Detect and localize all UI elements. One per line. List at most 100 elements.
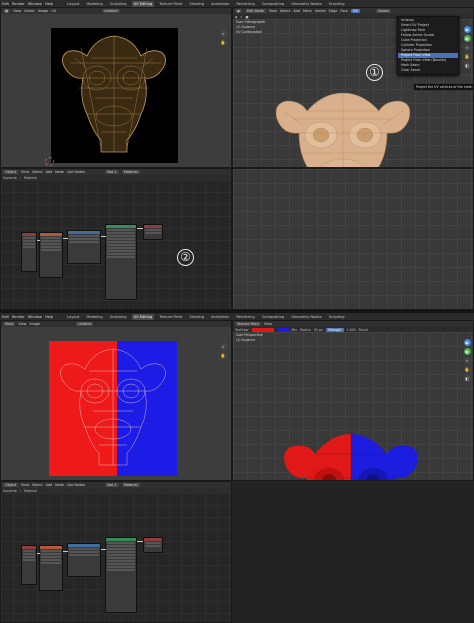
tab-animation[interactable]: Animation bbox=[209, 314, 231, 320]
ie-menu-view[interactable]: View bbox=[18, 322, 26, 326]
use-nodes-checkbox[interactable]: Use Nodes bbox=[67, 170, 85, 174]
tab-geometry-nodes[interactable]: Geometry Nodes bbox=[289, 1, 323, 7]
pan-hand-icon[interactable]: ✋ bbox=[219, 352, 227, 359]
material-select[interactable]: Material bbox=[121, 170, 140, 174]
ne-menu-add[interactable]: Add bbox=[46, 483, 53, 487]
secondary-color-swatch[interactable] bbox=[276, 327, 289, 332]
tab-geometry-nodes[interactable]: Geometry Nodes bbox=[289, 314, 323, 320]
vp-menu-vertex[interactable]: Vertex bbox=[315, 9, 326, 13]
camera-icon[interactable]: ◧ bbox=[463, 375, 471, 382]
tab-uv-editing[interactable]: UV Editing bbox=[131, 0, 155, 7]
gizmo-y-icon[interactable]: ● bbox=[463, 35, 471, 42]
tool-name[interactable]: TexDraw bbox=[235, 328, 249, 332]
tab-modeling[interactable]: Modeling bbox=[84, 1, 104, 7]
menu-render[interactable]: Render bbox=[12, 315, 25, 319]
camera-icon[interactable]: ◧ bbox=[463, 62, 471, 69]
tab-sculpting[interactable]: Sculpting bbox=[108, 314, 129, 320]
zoom-icon[interactable]: ⌕ bbox=[463, 44, 471, 51]
ne-menu-node[interactable]: Node bbox=[55, 483, 64, 487]
menu-help[interactable]: Help bbox=[45, 315, 53, 319]
material-select[interactable]: Material bbox=[121, 483, 140, 487]
tab-modeling[interactable]: Modeling bbox=[84, 314, 104, 320]
mode-select[interactable]: Edit Mode bbox=[244, 9, 266, 13]
select-mode-face-icon[interactable]: ■ bbox=[245, 15, 248, 19]
vp-menu-add[interactable]: Add bbox=[293, 9, 300, 13]
slot-select[interactable]: Slot 1 bbox=[105, 483, 119, 487]
strength-field[interactable]: 1.000 bbox=[347, 328, 356, 332]
tab-layout[interactable]: Layout bbox=[65, 1, 81, 7]
ne-menu-node[interactable]: Node bbox=[55, 170, 64, 174]
tab-shading[interactable]: Shading bbox=[187, 1, 206, 7]
uv-menu-image[interactable]: Image bbox=[38, 9, 49, 13]
pan-hand-icon[interactable]: ✋ bbox=[463, 53, 471, 60]
uv-menu-uv[interactable]: UV bbox=[51, 9, 56, 13]
node-texture-coordinate[interactable] bbox=[21, 232, 37, 272]
node-canvas[interactable] bbox=[1, 493, 231, 622]
menu-window[interactable]: Window bbox=[28, 315, 42, 319]
use-nodes-checkbox[interactable]: Use Nodes bbox=[67, 483, 85, 487]
radius-field[interactable]: 50 px bbox=[314, 328, 323, 332]
ne-menu-add[interactable]: Add bbox=[46, 170, 53, 174]
tab-rendering[interactable]: Rendering bbox=[234, 314, 256, 320]
object-type-select[interactable]: Object bbox=[3, 483, 19, 487]
menu-window[interactable]: Window bbox=[28, 2, 42, 6]
tab-layout[interactable]: Layout bbox=[65, 314, 81, 320]
image-mode-select[interactable]: Paint bbox=[3, 322, 16, 326]
image-name-field[interactable]: Untitled bbox=[76, 322, 94, 326]
ne-menu-view[interactable]: View bbox=[21, 170, 29, 174]
tab-scripting[interactable]: Scripting bbox=[327, 1, 347, 7]
zoom-icon[interactable]: ⌕ bbox=[219, 30, 227, 37]
tab-sculpting[interactable]: Sculpting bbox=[108, 1, 129, 7]
node-material-output[interactable] bbox=[143, 224, 163, 240]
node-material-output[interactable] bbox=[143, 537, 163, 553]
tab-compositing[interactable]: Compositing bbox=[260, 1, 287, 7]
node-color-mix[interactable] bbox=[67, 543, 101, 577]
ne-menu-view[interactable]: View bbox=[21, 483, 29, 487]
select-mode-edge-icon[interactable]: ▫ bbox=[240, 15, 242, 19]
select-mode-vertex-icon[interactable]: ▪ bbox=[235, 15, 237, 19]
uv-menu-view[interactable]: View bbox=[13, 9, 21, 13]
2d-cursor[interactable] bbox=[45, 157, 54, 166]
image-name-field[interactable]: Untitled bbox=[102, 9, 120, 13]
ie-menu-image[interactable]: Image bbox=[29, 322, 40, 326]
tab-scripting[interactable]: Scripting bbox=[327, 314, 347, 320]
node-image-texture[interactable] bbox=[39, 545, 63, 591]
vp-menu-view[interactable]: View bbox=[269, 9, 277, 13]
editor-type-icon[interactable]: ▦ bbox=[3, 9, 11, 13]
uv-menu-select[interactable]: Select bbox=[24, 9, 34, 13]
transform-orientation[interactable]: Global bbox=[375, 9, 391, 13]
primary-color-swatch[interactable] bbox=[251, 327, 274, 332]
tab-compositing[interactable]: Compositing bbox=[260, 314, 287, 320]
node-canvas[interactable] bbox=[1, 180, 231, 309]
menu-edit[interactable]: Edit bbox=[2, 2, 9, 6]
zoom-icon[interactable]: ⌕ bbox=[219, 343, 227, 350]
node-texture-coordinate[interactable] bbox=[21, 545, 37, 585]
vp-menu-face[interactable]: Face bbox=[340, 9, 348, 13]
paint-viewport-canvas[interactable]: User Perspective (1) Suzanne bbox=[233, 332, 473, 480]
node-principled-bsdf[interactable] bbox=[105, 224, 137, 300]
viewport-editor-type-icon[interactable]: ◉ bbox=[235, 9, 242, 13]
vp-menu-mesh[interactable]: Mesh bbox=[303, 9, 312, 13]
vp-menu-select[interactable]: Select bbox=[280, 9, 290, 13]
menu-edit[interactable]: Edit bbox=[2, 315, 9, 319]
vp-menu-uv[interactable]: UV bbox=[351, 9, 360, 13]
object-type-select[interactable]: Object bbox=[3, 170, 19, 174]
paint-mode-select[interactable]: Texture Paint bbox=[235, 322, 261, 326]
tab-uv-editing[interactable]: UV Editing bbox=[131, 313, 155, 320]
tab-texture-paint[interactable]: Texture Paint bbox=[157, 1, 184, 7]
pan-hand-icon[interactable]: ✋ bbox=[219, 39, 227, 46]
node-color-mix[interactable] bbox=[67, 230, 101, 264]
uv-canvas[interactable]: ⌕ ✋ bbox=[1, 14, 231, 167]
ne-menu-select[interactable]: Select bbox=[32, 170, 42, 174]
slot-select[interactable]: Slot 1 bbox=[105, 170, 119, 174]
ne-menu-select[interactable]: Select bbox=[32, 483, 42, 487]
tab-rendering[interactable]: Rendering bbox=[234, 1, 256, 7]
tab-shading[interactable]: Shading bbox=[187, 314, 206, 320]
tab-texture-paint[interactable]: Texture Paint bbox=[157, 314, 184, 320]
node-principled-bsdf[interactable] bbox=[105, 537, 137, 613]
menu-render[interactable]: Render bbox=[12, 2, 25, 6]
pan-hand-icon[interactable]: ✋ bbox=[463, 366, 471, 373]
zoom-icon[interactable]: ⌕ bbox=[463, 357, 471, 364]
gizmo-x-icon[interactable]: ● bbox=[463, 339, 471, 346]
menu-item-clear-seam[interactable]: Clear Seam bbox=[398, 68, 458, 73]
